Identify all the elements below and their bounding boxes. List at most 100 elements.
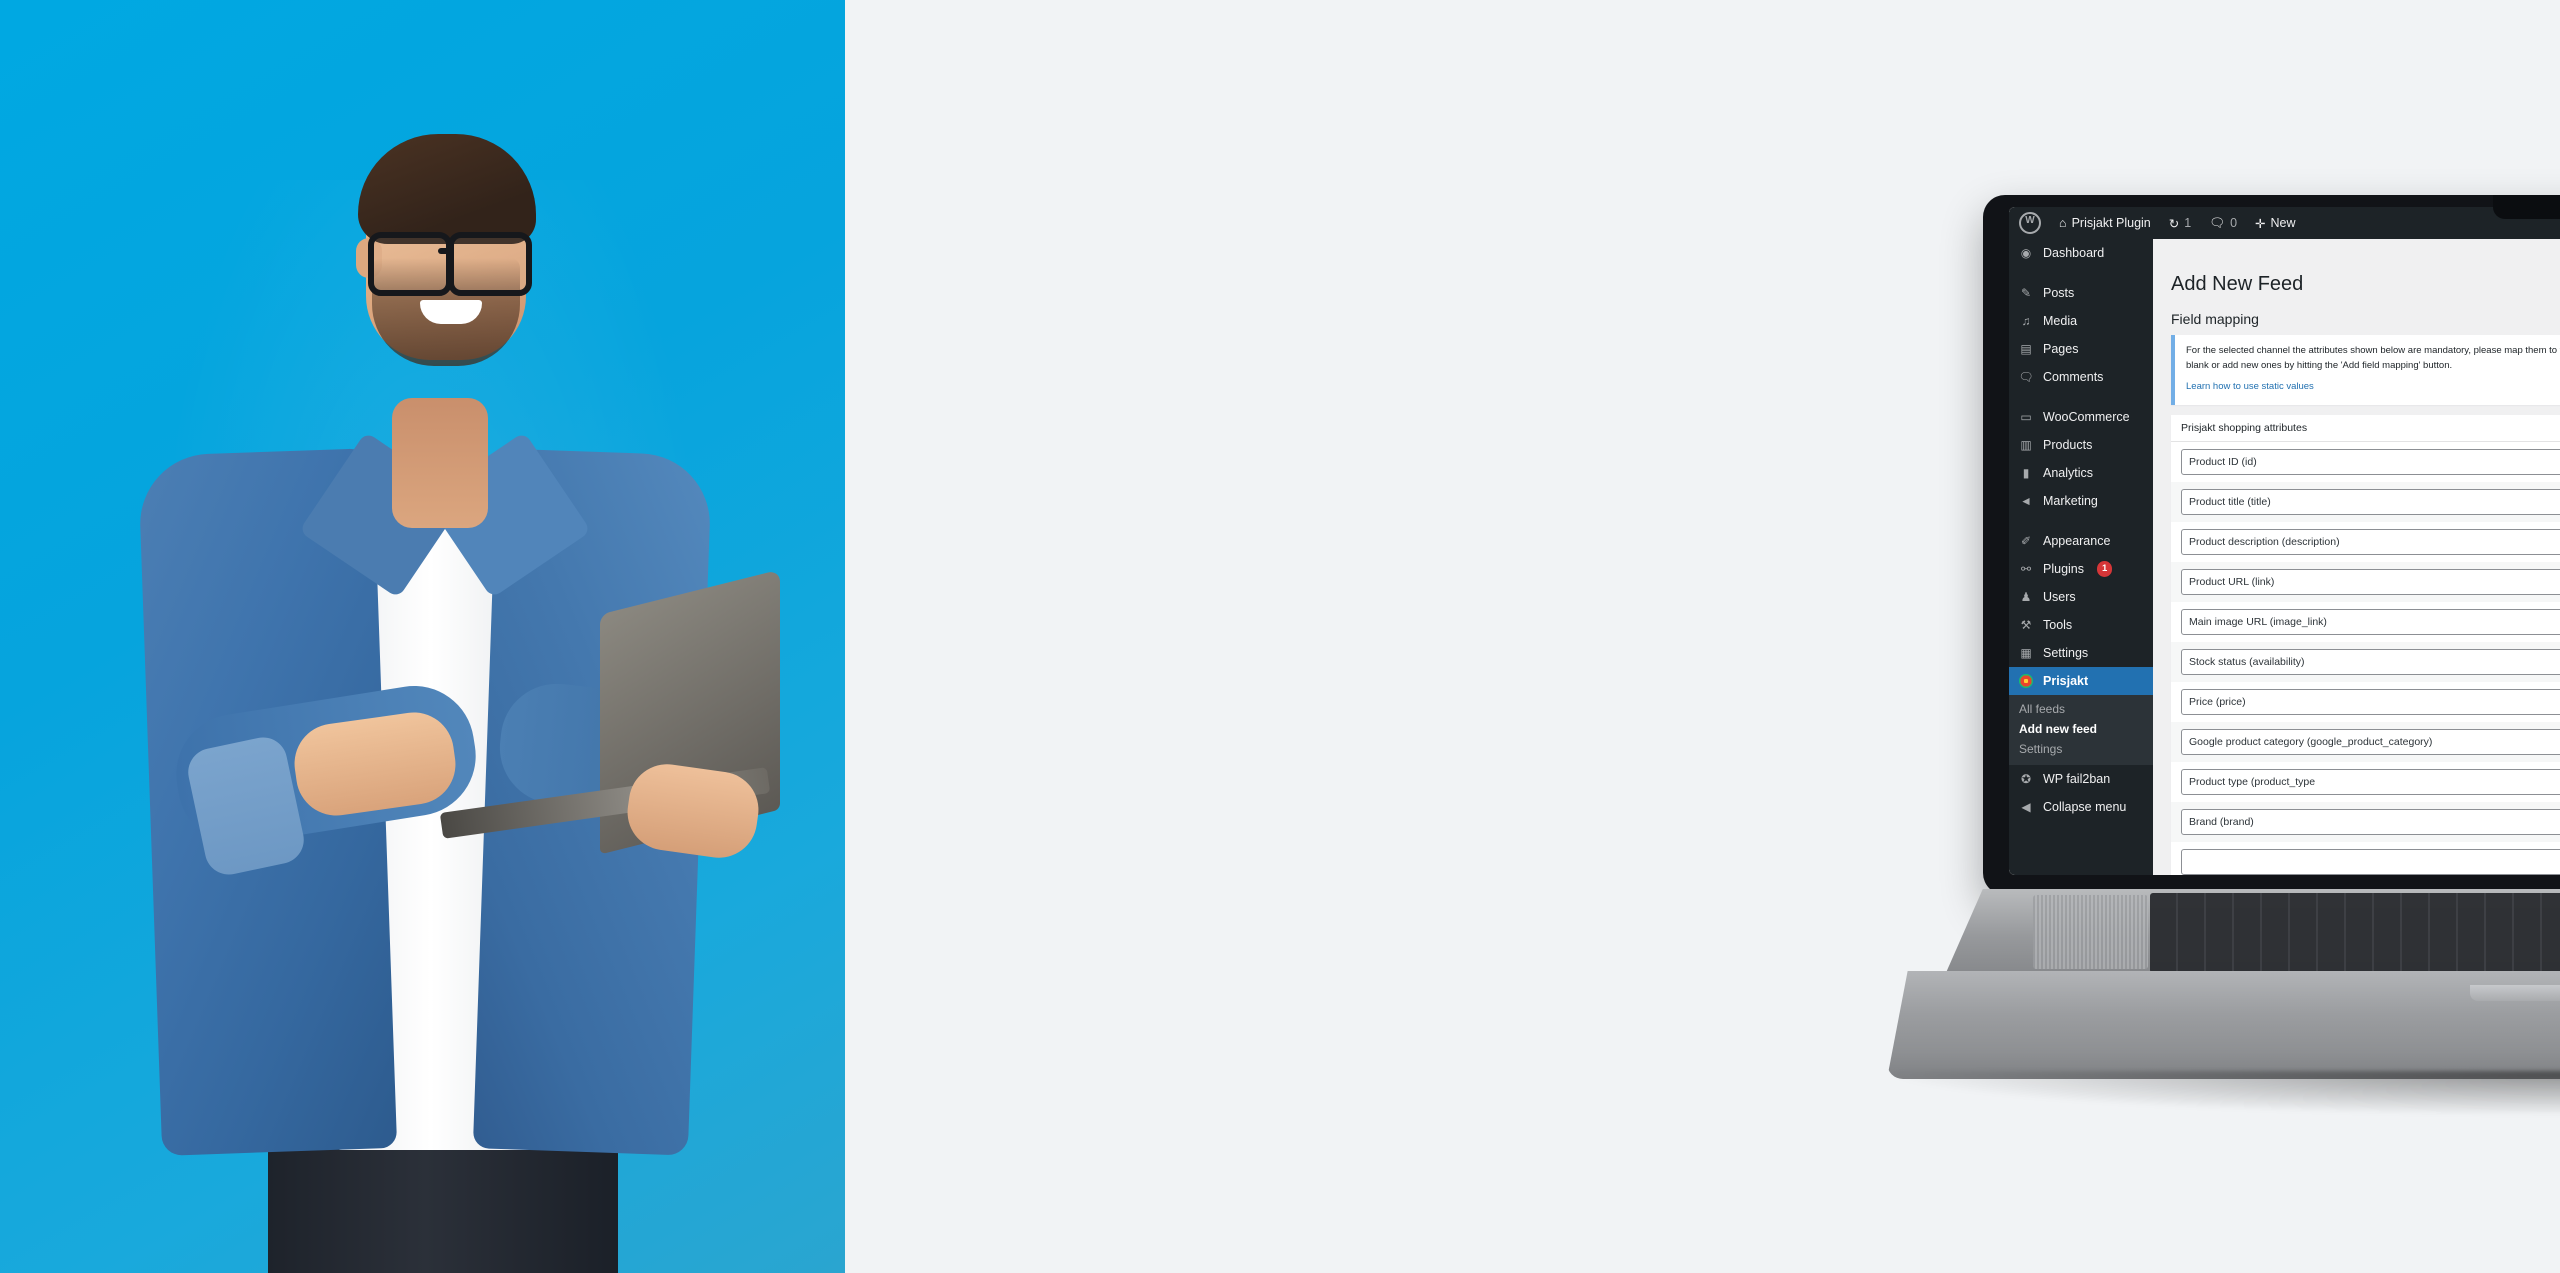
right-panel: ⌂ Prisjakt Plugin ↻ 1 🗨 0 xyxy=(845,0,2560,1273)
attribute-select-value: Stock status (availability) xyxy=(2189,656,2305,669)
field-mapping-table: Prisjakt shopping attributes Prefix Valu… xyxy=(2171,415,2560,875)
sidebar-item-label: Marketing xyxy=(2043,494,2098,508)
site-name-menu[interactable]: ⌂ Prisjakt Plugin xyxy=(2050,207,2160,239)
attribute-select-value: Product URL (link) xyxy=(2189,576,2275,589)
attribute-select[interactable]: Product URL (link) xyxy=(2181,569,2560,596)
sidebar-item-label: Appearance xyxy=(2043,534,2111,548)
sidebar-item-label: Users xyxy=(2043,590,2076,604)
laptop-lid: ⌂ Prisjakt Plugin ↻ 1 🗨 0 xyxy=(1983,195,2560,895)
attribute-select[interactable]: Stock status (availability) xyxy=(2181,649,2560,676)
prisjakt-submenu: All feeds Add new feed Settings xyxy=(2009,695,2153,765)
sidebar-item-label: Posts xyxy=(2043,286,2075,300)
attribute-select[interactable]: Product ID (id) xyxy=(2181,449,2560,476)
users-icon: ♟ xyxy=(2020,590,2032,604)
wp-admin-bar: ⌂ Prisjakt Plugin ↻ 1 🗨 0 xyxy=(2009,207,2560,239)
comment-icon: 🗨 xyxy=(2018,370,2034,384)
person-neck xyxy=(392,398,488,528)
comment-icon: 🗨 xyxy=(2209,215,2226,230)
sidebar-item-label: Comments xyxy=(2043,370,2104,384)
notice-text: For the selected channel the attributes … xyxy=(2186,344,2560,371)
laptop-lid-notch xyxy=(2470,985,2560,1001)
attribute-select[interactable]: Main image URL (image_link) xyxy=(2181,609,2560,636)
eyeglasses-left-lens xyxy=(368,232,452,296)
site-name-label: Prisjakt Plugin xyxy=(2071,216,2151,230)
attribute-cell: Brand (brand) xyxy=(2181,809,2560,836)
attribute-select[interactable]: Product description (description) xyxy=(2181,529,2560,556)
speaker-grille-left xyxy=(2033,895,2148,969)
sidebar-item-tools[interactable]: ⚒ Tools xyxy=(2009,611,2153,639)
sidebar-divider xyxy=(2009,515,2153,527)
attribute-select[interactable]: Price (price) xyxy=(2181,689,2560,716)
new-content-menu[interactable]: ✛ New xyxy=(2246,207,2305,239)
admin-content: Help ▾ Add New Feed Field mapping For th… xyxy=(2153,239,2560,875)
sidebar-item-products[interactable]: ▥ Products xyxy=(2009,431,2153,459)
sidebar-item-settings[interactable]: ▦ Settings xyxy=(2009,639,2153,667)
submenu-item-settings[interactable]: Settings xyxy=(2009,739,2153,759)
sidebar-item-plugins[interactable]: ⚯ Plugins 1 xyxy=(2009,555,2153,583)
sidebar-item-users[interactable]: ♟ Users xyxy=(2009,583,2153,611)
sidebar-item-marketing[interactable]: ◄ Marketing xyxy=(2009,487,2153,515)
sidebar-item-label: Settings xyxy=(2043,646,2089,660)
table-row: Brand (brand)✕ xyxy=(2171,802,2560,843)
sidebar-item-appearance[interactable]: ✐ Appearance xyxy=(2009,527,2153,555)
comments-menu[interactable]: 🗨 0 xyxy=(2200,207,2246,239)
attribute-cell: Main image URL (image_link) xyxy=(2181,609,2560,636)
attribute-select-value: Product title (title) xyxy=(2189,496,2271,509)
attribute-cell: Price (price) xyxy=(2181,689,2560,716)
attribute-select-value: Google product category (google_product_… xyxy=(2189,736,2433,749)
wp-logo-menu[interactable] xyxy=(2009,207,2050,239)
hero-image-panel xyxy=(0,0,845,1273)
sidebar-item-wp-fail2ban[interactable]: ✪ WP fail2ban xyxy=(2009,765,2153,793)
attribute-select[interactable] xyxy=(2181,849,2560,875)
sidebar-item-comments[interactable]: 🗨 Comments xyxy=(2009,363,2153,391)
attribute-select-value: Price (price) xyxy=(2189,696,2246,709)
submenu-item-add-new-feed[interactable]: Add new feed xyxy=(2009,719,2153,739)
attribute-select[interactable]: Product type (product_type xyxy=(2181,769,2560,796)
table-row: Product URL (link)Link✕ xyxy=(2171,562,2560,603)
table-row: Product type (product_typeCategory (not … xyxy=(2171,762,2560,802)
woocommerce-icon: ▭ xyxy=(2020,410,2032,424)
admin-sidebar: ◉ Dashboard ✎ Posts ♫ Media ▤ Pages 🗨 Co… xyxy=(2009,239,2153,875)
sidebar-item-label: Products xyxy=(2043,438,2093,452)
pin-icon: ✎ xyxy=(2020,286,2032,300)
keyboard xyxy=(2150,893,2560,973)
help-tab-area: Help ▾ xyxy=(2171,239,2560,267)
laptop-drop-shadow xyxy=(1895,1071,2560,1115)
sidebar-item-label: Analytics xyxy=(2043,466,2094,480)
comments-count: 0 xyxy=(2230,216,2238,230)
sidebar-item-label: Plugins xyxy=(2043,562,2084,576)
table-row: Product ID (id)Product id✕ xyxy=(2171,442,2560,482)
laptop-keyboard-deck xyxy=(1945,889,2560,975)
attribute-select[interactable]: Google product category (google_product_… xyxy=(2181,729,2560,756)
sidebar-item-media[interactable]: ♫ Media xyxy=(2009,307,2153,335)
attribute-select-value: Main image URL (image_link) xyxy=(2189,616,2327,629)
updates-icon: ↻ xyxy=(2168,216,2180,231)
attribute-select-value: Product ID (id) xyxy=(2189,456,2257,469)
plus-icon: ✛ xyxy=(2255,216,2266,231)
collapse-menu-button[interactable]: ◀ Collapse menu xyxy=(2009,793,2153,821)
screenshot-canvas: ⌂ Prisjakt Plugin ↻ 1 🗨 0 xyxy=(0,0,2560,1273)
attribute-select[interactable]: Product title (title) xyxy=(2181,489,2560,516)
sidebar-item-analytics[interactable]: ▮ Analytics xyxy=(2009,459,2153,487)
sidebar-item-woocommerce[interactable]: ▭ WooCommerce xyxy=(2009,403,2153,431)
person-smile xyxy=(420,300,482,324)
sidebar-divider xyxy=(2009,391,2153,403)
attribute-select[interactable]: Brand (brand) xyxy=(2181,809,2560,836)
sidebar-item-dashboard[interactable]: ◉ Dashboard xyxy=(2009,239,2153,267)
section-title: Field mapping xyxy=(2171,310,2259,327)
laptop-screen: ⌂ Prisjakt Plugin ↻ 1 🗨 0 xyxy=(2009,207,2560,875)
static-values-link[interactable]: Learn how to use static values xyxy=(2186,380,2560,395)
settings-icon: ▦ xyxy=(2020,646,2032,660)
sidebar-item-pages[interactable]: ▤ Pages xyxy=(2009,335,2153,363)
updates-menu[interactable]: ↻ 1 xyxy=(2160,207,2200,239)
attribute-cell: Product title (title) xyxy=(2181,489,2560,516)
admin-body: ◉ Dashboard ✎ Posts ♫ Media ▤ Pages 🗨 Co… xyxy=(2009,239,2560,875)
home-icon: ⌂ xyxy=(2059,216,2067,230)
table-row: Product title (title)Product name✕ xyxy=(2171,482,2560,523)
new-label: New xyxy=(2270,216,2296,230)
sidebar-item-posts[interactable]: ✎ Posts xyxy=(2009,279,2153,307)
products-icon: ▥ xyxy=(2020,438,2032,452)
sidebar-item-label: Prisjakt xyxy=(2043,674,2089,688)
sidebar-item-prisjakt[interactable]: Prisjakt xyxy=(2009,667,2153,695)
submenu-item-all-feeds[interactable]: All feeds xyxy=(2009,699,2153,719)
